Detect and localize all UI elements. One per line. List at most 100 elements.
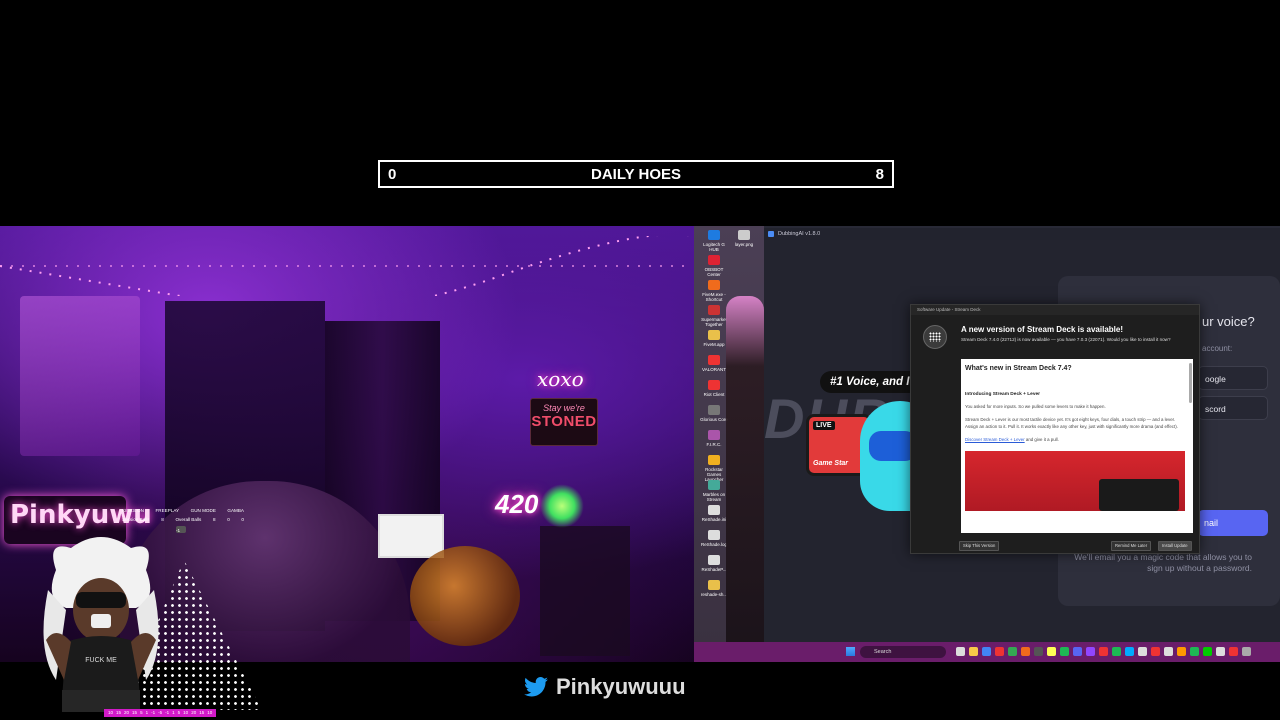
taskbar-app-icon[interactable] xyxy=(1229,647,1238,656)
session-balls-label: Session Balls xyxy=(122,517,150,522)
live-badge: LIVE xyxy=(813,421,835,430)
release-notes-panel[interactable]: What's new in Stream Deck 7.4? Introduci… xyxy=(961,359,1193,533)
counter-left-value: 0 xyxy=(388,165,397,183)
daily-counter-bar: 0 DAILY HOES 8 xyxy=(378,160,894,188)
login-note: We'll email you a magic code that allows… xyxy=(1074,552,1252,573)
stats-balls-row: Session Balls 8 Overall Balls 8 0 0 xyxy=(122,515,244,524)
google-login-button[interactable]: oogle xyxy=(1198,366,1268,390)
screen-capture: Logitech G HUB layer.png OBSBOT Center Five… xyxy=(694,226,1280,662)
session-balls-value: 8 xyxy=(161,517,164,522)
twitter-handle-text[interactable]: Pinkyuwuuu xyxy=(556,674,686,700)
taskbar-search[interactable]: Search xyxy=(860,646,946,658)
discord-login-button[interactable]: scord xyxy=(1198,396,1268,420)
taskbar-app-icon[interactable] xyxy=(1190,647,1199,656)
number-strip-item: 1 xyxy=(172,710,175,715)
mode-gamba: GAMBA xyxy=(227,508,244,513)
stats-chip: -1 xyxy=(176,526,186,533)
taskbar-app-icon[interactable] xyxy=(982,647,991,656)
neon-sign-xoxo: xoxo xyxy=(537,367,584,391)
notes-scrollbar[interactable] xyxy=(1189,363,1192,403)
mode-freeplay: FREEPLAY xyxy=(155,508,180,513)
app-icon xyxy=(708,355,720,365)
stat-extra-1: 0 xyxy=(227,517,230,522)
neon-name-text: Pinkyuwu xyxy=(10,500,152,530)
number-strip-item: 10 xyxy=(207,710,213,715)
desktop-icon[interactable]: layer.png xyxy=(728,230,760,247)
desktop-icon[interactable]: Logitech G HUB xyxy=(698,230,730,252)
stoned-sign-top: Stay we're xyxy=(543,403,585,413)
mode-kinks: KINKS ON xyxy=(122,508,144,513)
windows-start-icon[interactable] xyxy=(846,647,855,656)
taskbar-app-icon[interactable] xyxy=(956,647,965,656)
taskbar-app-icon[interactable] xyxy=(1203,647,1212,656)
taskbar-app-icon[interactable] xyxy=(1021,647,1030,656)
number-strip-item: 10 xyxy=(108,710,114,715)
notes-paragraph-1: You asked for more inputs. So we pulled … xyxy=(965,404,1106,409)
taskbar-app-icon[interactable] xyxy=(1164,647,1173,656)
app-icon xyxy=(738,230,750,240)
taskbar-app-icon[interactable] xyxy=(1034,647,1043,656)
number-strip-item: 15 xyxy=(199,710,205,715)
app-icon xyxy=(708,280,720,290)
taskbar-app-icon[interactable] xyxy=(1242,647,1251,656)
app-icon xyxy=(708,430,720,440)
twitter-bird-icon xyxy=(524,677,548,697)
desktop-icon-label: layer.png xyxy=(734,242,754,247)
number-strip-item: 5 xyxy=(177,710,181,715)
taskbar-app-icon[interactable] xyxy=(1125,647,1134,656)
taskbar-app-icon[interactable] xyxy=(1086,647,1095,656)
stats-modes-row: KINKS ON FREEPLAY GUN MODE GAMBA xyxy=(122,506,244,515)
small-screen xyxy=(378,514,444,558)
stat-extra-2: 0 xyxy=(241,517,244,522)
overall-balls-label: Overall Balls xyxy=(175,517,202,522)
stoned-sign-bottom: STONED xyxy=(531,413,597,430)
plush-toy xyxy=(410,546,520,646)
neon-sign-420: 420 xyxy=(495,489,539,519)
stoned-sign: Stay we're STONED xyxy=(530,398,598,446)
taskbar-app-icon[interactable] xyxy=(1177,647,1186,656)
remind-later-button[interactable]: Remind Me Later xyxy=(1111,541,1152,551)
desktop-icon-label: Logitech G HUB xyxy=(703,242,725,252)
taskbar-app-icon[interactable] xyxy=(1073,647,1082,656)
taskbar-app-icon[interactable] xyxy=(1008,647,1017,656)
dialog-titlebar: Software Update - Stream Deck xyxy=(911,305,1199,315)
skip-version-button[interactable]: Skip This Version xyxy=(959,541,1000,551)
taskbar-app-icon[interactable] xyxy=(1151,647,1160,656)
install-update-button[interactable]: Install Update xyxy=(1158,541,1192,551)
number-strip-item: 15 xyxy=(116,710,122,715)
email-login-button[interactable]: nail xyxy=(1198,510,1268,536)
wall-poster xyxy=(20,296,140,456)
taskbar-app-icon[interactable] xyxy=(969,647,978,656)
app-icon xyxy=(708,230,720,240)
product-image xyxy=(965,451,1185,511)
discover-lever-link[interactable]: Discover Stream Deck + Lever xyxy=(965,437,1025,442)
notes-paragraph-2: Stream Deck + Lever is our most tactile … xyxy=(965,417,1178,429)
taskbar: Search xyxy=(694,642,1280,662)
social-handle: Pinkyuwuuu xyxy=(524,674,686,700)
app-titlebar: DubbingAI v1.8.0 xyxy=(764,228,1280,240)
notes-section-title: Introducing Stream Deck + Lever xyxy=(965,392,1041,397)
counter-right-value: 8 xyxy=(875,165,884,183)
number-strip-item: 1 xyxy=(145,710,149,715)
stream-deck-logo-icon xyxy=(923,325,947,349)
app-icon xyxy=(708,255,720,265)
neon-leaf-icon xyxy=(540,484,584,528)
taskbar-app-icon[interactable] xyxy=(1099,647,1108,656)
software-update-dialog: Software Update - Stream Deck A new vers… xyxy=(910,304,1200,554)
taskbar-app-icon[interactable] xyxy=(1138,647,1147,656)
app-icon xyxy=(708,305,720,315)
taskbar-app-icon[interactable] xyxy=(1216,647,1225,656)
overall-balls-value: 8 xyxy=(212,517,216,522)
desktop-icon[interactable]: FiveM.exe - Shortcut xyxy=(698,280,730,302)
login-account-label: account: xyxy=(1202,344,1233,353)
taskbar-app-icon[interactable] xyxy=(1060,647,1069,656)
number-strip-item: 15 xyxy=(132,710,138,715)
number-strip: 10 15 20 15 5 1 -1 -5 -1 1 5 10 20 15 10 xyxy=(104,709,217,717)
desktop-icon[interactable]: OBSBOT Center xyxy=(698,255,730,277)
taskbar-app-icon[interactable] xyxy=(1112,647,1121,656)
taskbar-app-icon[interactable] xyxy=(995,647,1004,656)
number-strip-item: -1 xyxy=(151,710,156,715)
app-logo-icon xyxy=(768,231,774,237)
taskbar-app-icon[interactable] xyxy=(1047,647,1056,656)
app-icon xyxy=(708,480,720,490)
